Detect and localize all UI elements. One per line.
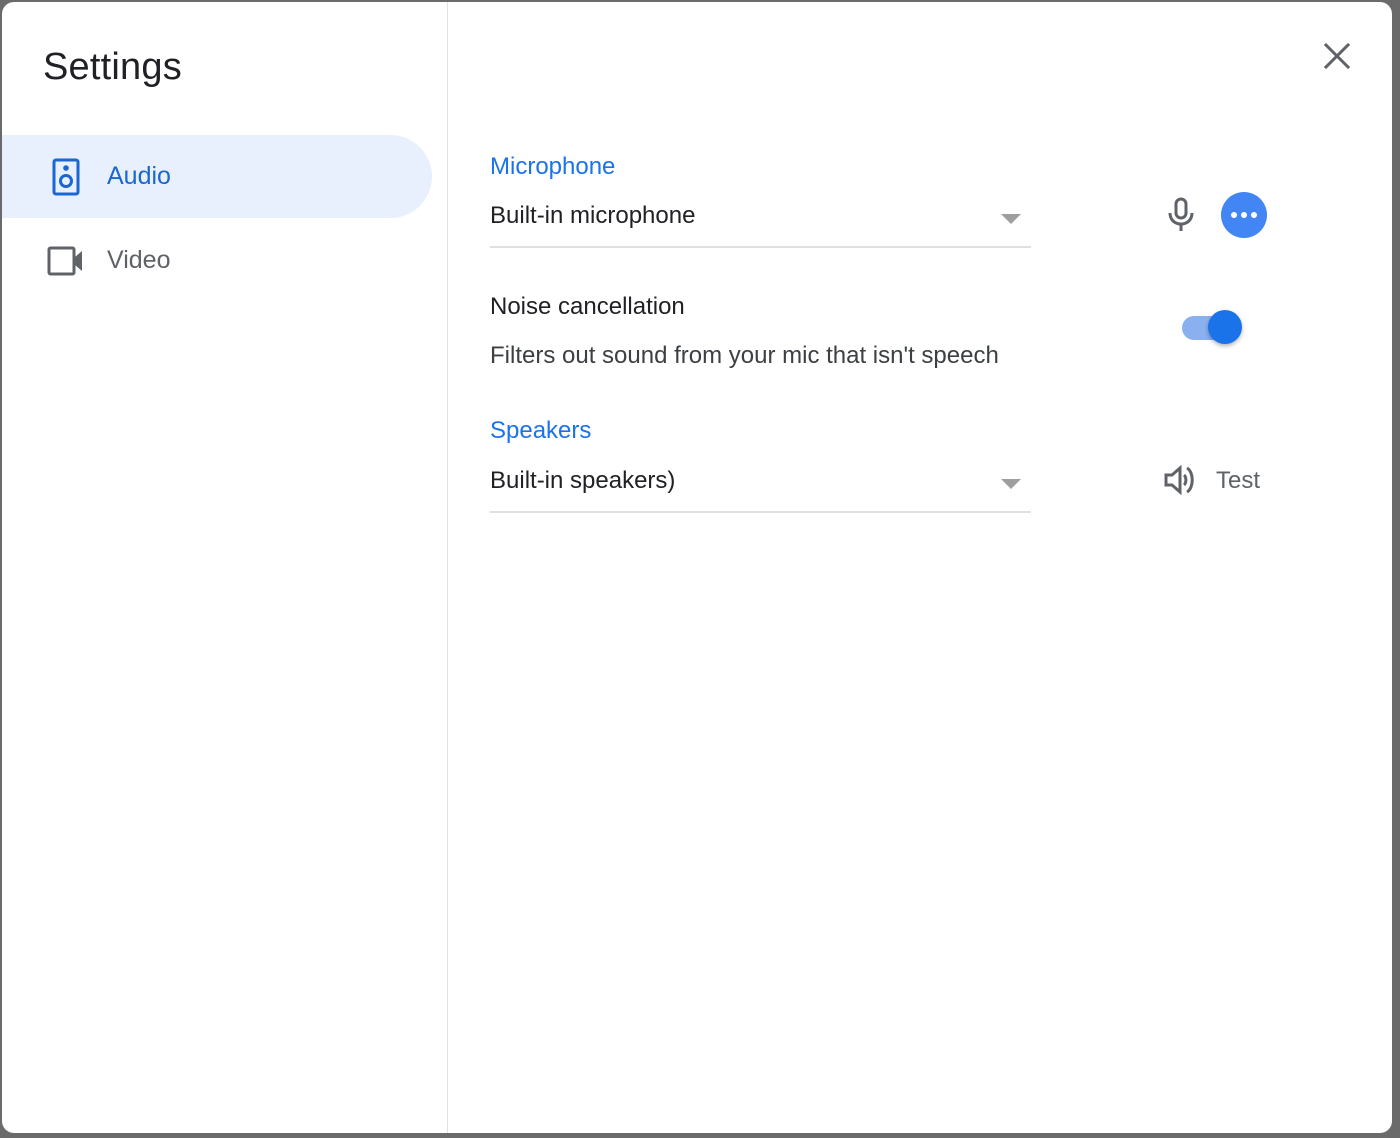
settings-dialog: Settings Audio Video Microphone Built-in… xyxy=(2,2,1392,1133)
test-speakers-icon-button[interactable] xyxy=(1159,460,1203,504)
settings-sidebar: Settings Audio Video xyxy=(2,2,448,1133)
noise-cancellation-title: Noise cancellation xyxy=(490,293,685,320)
speakers-label: Speakers xyxy=(490,417,592,444)
sidebar-item-audio[interactable]: Audio xyxy=(2,135,432,218)
videocam-icon xyxy=(46,241,86,281)
sidebar-item-video[interactable]: Video xyxy=(2,219,432,302)
speakers-select[interactable]: Built-in speakers) xyxy=(490,457,1031,513)
noise-cancellation-description: Filters out sound from your mic that isn… xyxy=(490,342,999,369)
close-icon xyxy=(1323,42,1351,75)
microphone-icon xyxy=(1167,197,1195,238)
sidebar-item-label: Audio xyxy=(107,162,171,190)
toggle-thumb xyxy=(1208,310,1242,344)
more-horizontal-icon xyxy=(1229,212,1259,218)
speakers-selected-value: Built-in speakers) xyxy=(490,467,676,494)
dropdown-arrow-icon xyxy=(1001,479,1021,489)
microphone-selected-value: Built-in microphone xyxy=(490,202,696,229)
microphone-label: Microphone xyxy=(490,153,616,180)
speaker-box-icon xyxy=(46,157,86,197)
dialog-title: Settings xyxy=(43,46,182,88)
more-options-button[interactable] xyxy=(1221,192,1267,238)
microphone-select[interactable]: Built-in microphone xyxy=(490,192,1031,248)
test-speakers-button[interactable]: Test xyxy=(1216,467,1260,495)
noise-cancellation-toggle[interactable] xyxy=(1182,309,1246,347)
sidebar-item-label: Video xyxy=(107,246,171,274)
microphone-level-indicator xyxy=(1159,195,1203,239)
close-button[interactable] xyxy=(1315,36,1359,80)
volume-icon xyxy=(1163,464,1199,501)
audio-settings-panel: Microphone Built-in microphone Noise can… xyxy=(449,2,1392,1133)
dropdown-arrow-icon xyxy=(1001,214,1021,224)
